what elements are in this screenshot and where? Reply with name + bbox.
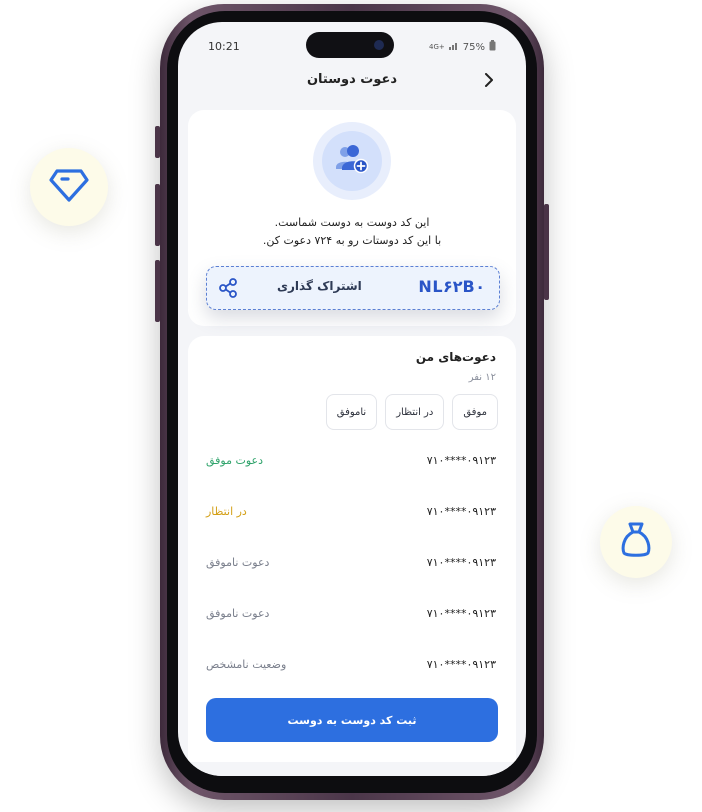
bag-badge bbox=[600, 506, 672, 578]
chevron-right-icon bbox=[484, 72, 494, 91]
filter-pending[interactable]: در انتظار bbox=[385, 394, 445, 430]
invite-phone: ۰۹۱۲۳****۷۱۰ bbox=[426, 658, 496, 671]
side-button bbox=[155, 126, 160, 158]
list-item: ۰۹۱۲۳****۷۱۰ دعوت موفق bbox=[188, 440, 516, 491]
invite-status: دعوت ناموفق bbox=[206, 556, 270, 569]
list-item: ۰۹۱۲۳****۷۱۰ دعوت ناموفق bbox=[188, 593, 516, 644]
list-item: ۰۹۱۲۳****۷۱۰ در انتظار bbox=[188, 491, 516, 542]
invite-phone: ۰۹۱۲۳****۷۱۰ bbox=[426, 454, 496, 467]
status-indicators: 4G+ 75% bbox=[429, 40, 496, 54]
network-label: 4G+ bbox=[429, 43, 445, 51]
page-title: دعوت دوستان bbox=[306, 72, 398, 87]
invite-status: دعوت موفق bbox=[206, 454, 264, 467]
invite-phone: ۰۹۱۲۳****۷۱۰ bbox=[426, 505, 496, 518]
filter-tabs: موفق در انتظار ناموفق bbox=[325, 394, 498, 430]
side-button bbox=[155, 184, 160, 246]
invite-description-line1: این کد دوست به دوست شماست. bbox=[274, 216, 430, 229]
invite-code-card: این کد دوست به دوست شماست. با این کد دوس… bbox=[188, 110, 516, 326]
filter-successful[interactable]: موفق bbox=[452, 394, 498, 430]
side-button bbox=[544, 204, 549, 300]
share-label[interactable]: اشتراک گذاری bbox=[277, 279, 362, 293]
status-time: 10:21 bbox=[208, 40, 240, 53]
phone-screen: 10:21 4G+ 75% دعوت دوستان این کد دوست به… bbox=[178, 22, 526, 776]
invite-phone: ۰۹۱۲۳****۷۱۰ bbox=[426, 556, 496, 569]
diamond-badge bbox=[30, 148, 108, 226]
back-button[interactable] bbox=[480, 72, 498, 90]
page-header: دعوت دوستان bbox=[178, 62, 526, 100]
invite-phone: ۰۹۱۲۳****۷۱۰ bbox=[426, 607, 496, 620]
dynamic-island bbox=[306, 32, 394, 58]
invite-status: دعوت ناموفق bbox=[206, 607, 270, 620]
invite-status: وضعیت نامشخص bbox=[206, 658, 287, 671]
invite-count: ۱۲ نفر bbox=[468, 372, 496, 383]
invite-description: این کد دوست به دوست شماست. با این کد دوس… bbox=[188, 214, 516, 250]
invite-illustration bbox=[313, 122, 391, 200]
add-users-icon bbox=[334, 143, 370, 179]
invite-code-box[interactable]: NL۶۲B۰ اشتراک گذاری bbox=[206, 266, 500, 310]
submit-referral-button[interactable]: ثبت کد دوست به دوست bbox=[206, 698, 498, 742]
invite-code: NL۶۲B۰ bbox=[418, 277, 485, 296]
money-bag-icon bbox=[619, 521, 653, 563]
list-item: ۰۹۱۲۳****۷۱۰ وضعیت نامشخص bbox=[188, 644, 516, 695]
bottom-strip bbox=[178, 762, 526, 776]
diamond-icon bbox=[49, 167, 89, 207]
filter-failed[interactable]: ناموفق bbox=[325, 394, 378, 430]
battery-icon bbox=[489, 40, 496, 54]
list-item: ۰۹۱۲۳****۷۱۰ دعوت ناموفق bbox=[188, 542, 516, 593]
share-icon[interactable] bbox=[217, 277, 239, 299]
battery-level: 75% bbox=[462, 41, 485, 53]
signal-icon bbox=[448, 41, 459, 53]
invite-list: ۰۹۱۲۳****۷۱۰ دعوت موفق ۰۹۱۲۳****۷۱۰ در ا… bbox=[188, 440, 516, 695]
side-button bbox=[155, 260, 160, 322]
invite-status: در انتظار bbox=[206, 505, 247, 518]
section-title: دعوت‌های من bbox=[415, 350, 496, 364]
invite-description-line2: با این کد دوستات رو به ۷۲۴ دعوت کن. bbox=[262, 234, 442, 247]
